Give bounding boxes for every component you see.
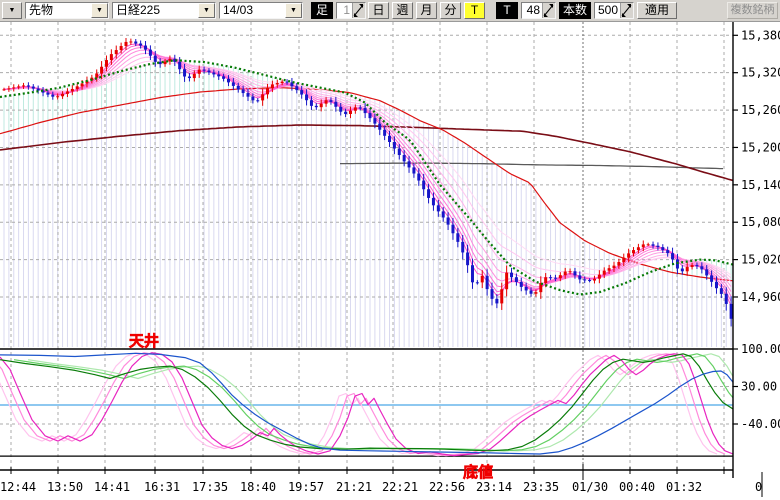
time-axis-label: 21:21 (336, 480, 372, 494)
oscillator-series (0, 353, 761, 456)
bar-count-label: 本数 (559, 2, 591, 19)
time-axis-label: 23:14 (476, 480, 512, 494)
time-axis-label: 17:35 (192, 480, 228, 494)
chevron-down-icon[interactable]: ▼ (91, 3, 108, 18)
instrument-type-value: 先物 (26, 3, 91, 18)
time-axis-label: 22:21 (382, 480, 418, 494)
chevron-down-icon: ▼ (9, 7, 16, 14)
tick-label: T (496, 2, 518, 19)
contract-month-value: 14/03 (220, 3, 285, 18)
spinner-icon[interactable] (352, 3, 365, 18)
spinner-icon[interactable] (620, 3, 633, 18)
time-axis-label: 13:50 (47, 480, 83, 494)
time-axis-label: 19:57 (288, 480, 324, 494)
tick-count-value: 48 (522, 3, 542, 18)
time-axis-label: 14:41 (94, 480, 130, 494)
time-axis-label: 01:32 (666, 480, 702, 494)
bar-count-stepper[interactable]: 500 (594, 2, 634, 19)
period-tick-button[interactable]: T (464, 2, 485, 19)
time-axis-label: 18:40 (240, 480, 276, 494)
time-axis-label: 01/30 (572, 480, 608, 494)
instrument-name-value: 日経225 (113, 3, 198, 18)
stoch-pink-lead-2 (0, 353, 717, 456)
mini-dropdown-button[interactable]: ▼ (2, 2, 22, 19)
apply-button[interactable]: 適用 (637, 2, 677, 19)
chevron-down-icon[interactable]: ▼ (285, 3, 302, 18)
bar-count-value: 500 (595, 3, 620, 18)
bar-interval-stepper[interactable]: 1 (336, 2, 366, 19)
bar-interval-value: 1 (337, 3, 352, 18)
multi-symbol-button[interactable]: 複数銘柄 (727, 2, 778, 19)
time-axis-label: 12:44 (0, 480, 36, 494)
time-axis-label-partial: 0 (755, 480, 762, 494)
contract-month-combobox[interactable]: 14/03 ▼ (219, 2, 303, 19)
price-axis-label: 15,380 (741, 28, 780, 42)
stoch-blue (0, 353, 733, 454)
stoch-pink-lead-1 (0, 353, 725, 456)
period-month-button[interactable]: 月 (416, 2, 437, 19)
oscillator-axis-label: -40.00 (741, 417, 780, 431)
period-minute-button[interactable]: 分 (440, 2, 461, 19)
bottom-annotation: 底値 (463, 463, 493, 481)
time-axis-label: 00:40 (619, 480, 655, 494)
period-week-button[interactable]: 週 (392, 2, 413, 19)
price-axis-label: 15,140 (741, 178, 780, 192)
price-axis-label: 15,320 (741, 66, 780, 80)
candles (3, 38, 733, 326)
price-axis-label: 14,960 (741, 290, 780, 304)
time-axis-label: 23:35 (523, 480, 559, 494)
price-axis-label: 15,260 (741, 103, 780, 117)
stoch-magenta (0, 353, 733, 456)
time-axis-label: 16:31 (144, 480, 180, 494)
oscillator-axis-label: 100.00 (741, 342, 780, 356)
instrument-name-combobox[interactable]: 日経225 ▼ (112, 2, 216, 19)
price-axis-label: 15,200 (741, 140, 780, 154)
spinner-icon[interactable] (542, 3, 555, 18)
chevron-down-icon[interactable]: ▼ (198, 3, 215, 18)
price-axis-label: 15,080 (741, 215, 780, 229)
tick-count-stepper[interactable]: 48 (521, 2, 556, 19)
main-panel (0, 44, 733, 306)
toolbar: ▼ 先物 ▼ 日経225 ▼ 14/03 ▼ 足 1 日 週 月 分 T T 4… (0, 0, 780, 22)
price-axis-label: 15,020 (741, 253, 780, 267)
chart-window: ▼ 先物 ▼ 日経225 ▼ 14/03 ▼ 足 1 日 週 月 分 T T 4… (0, 0, 780, 500)
time-axis-label: 22:56 (429, 480, 465, 494)
oscillator-axis-label: 30.00 (741, 379, 777, 393)
period-day-button[interactable]: 日 (368, 2, 389, 19)
instrument-type-combobox[interactable]: 先物 ▼ (25, 2, 109, 19)
ceiling-annotation: 天井 (129, 332, 159, 350)
chart-canvas[interactable]: 15,380 15,320 15,260 15,200 15,140 15,080 15,0… (0, 0, 780, 500)
bar-label: 足 (311, 2, 333, 19)
